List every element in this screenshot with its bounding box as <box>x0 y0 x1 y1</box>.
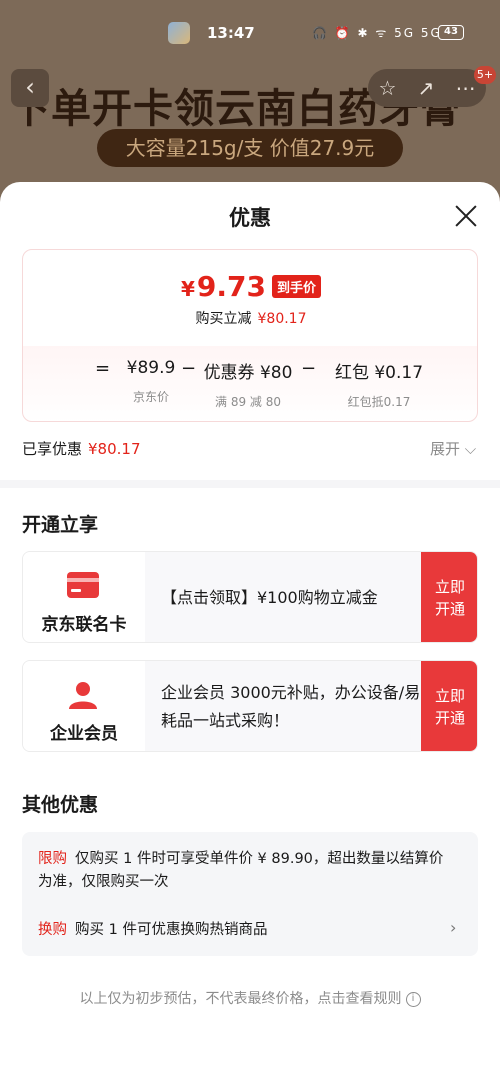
coupon-deduction: 优惠券 ¥80 满 89 减 80 <box>203 363 293 409</box>
person-icon <box>69 682 97 709</box>
purchase-limit-item: 限购 仅购买 1 件时可享受单件价 ¥ 89.90，超出数量以结算价为准，仅限购买… <box>38 851 444 890</box>
sheet-title: 优惠 <box>229 206 271 230</box>
open-section-title: 开通立享 <box>22 514 99 536</box>
offer-card-jd-card[interactable]: 京东联名卡 【点击领取】¥100购物立减金 立即 开通 <box>22 551 478 643</box>
minus-sign-2: − <box>301 358 317 379</box>
chevron-right-icon[interactable]: › <box>450 918 456 937</box>
base-price: ¥89.9 京东价 <box>126 358 176 404</box>
battery-icon: 43 <box>438 25 464 40</box>
system-icons: 🎧 ⏰ ✱ ᯤ 5G 5G <box>312 26 442 40</box>
offer-card-enterprise[interactable]: 企业会员 企业会员 3000元补贴，办公设备/易耗品一站式采购！ 立即 开通 <box>22 660 478 752</box>
final-price: ¥9.73 <box>180 270 266 303</box>
price-calculation: = ¥89.9 京东价 − 优惠券 ¥80 满 89 减 80 − 红包 ¥0.… <box>23 358 479 418</box>
discount-sheet: 优惠 ¥9.73 到手价 购买立减 ¥80.17 = ¥89.9 京东价 − 优惠… <box>0 182 500 1085</box>
cart-badge: 5+ <box>474 66 496 84</box>
footer-note[interactable]: 以上仅为初步预估，不代表最终价格，点击查看规则 i <box>0 988 500 1008</box>
enjoyed-discount: 已享优惠 ¥80.17 <box>22 440 141 458</box>
offer-desc: 企业会员 3000元补贴，办公设备/易耗品一站式采购！ <box>161 683 421 730</box>
open-now-button[interactable]: 立即 开通 <box>421 661 477 751</box>
expand-button[interactable]: 展开 ⌵ <box>430 438 476 459</box>
top-actions: ☆ ↗ ⋯ <box>368 69 486 107</box>
share-icon[interactable]: ↗ <box>418 76 435 100</box>
price-card: ¥9.73 到手价 购买立减 ¥80.17 = ¥89.9 京东价 − 优惠券 ¥… <box>22 249 478 422</box>
offer-name: 京东联名卡 <box>41 615 127 635</box>
exchange-item[interactable]: 换购 购买 1 件可优惠换购热销商品 <box>38 919 448 942</box>
offer-name: 企业会员 <box>50 724 118 744</box>
other-section-title: 其他优惠 <box>22 794 99 816</box>
other-offers-box: 限购 仅购买 1 件时可享受单件价 ¥ 89.90，超出数量以结算价为准，仅限购买… <box>22 832 478 956</box>
open-now-button[interactable]: 立即 开通 <box>421 552 477 642</box>
purchase-limit-tag: 限购 <box>38 851 67 867</box>
minus-sign: − <box>181 358 197 379</box>
status-bar: 13:47 🎧 ⏰ ✱ ᯤ 5G 5G 43 <box>0 18 500 48</box>
status-time: 13:47 <box>207 24 255 42</box>
section-divider <box>0 480 500 488</box>
banner-pill: 大容量215g/支 价值27.9元 <box>97 129 403 167</box>
discount-row: 购买立减 ¥80.17 <box>195 311 307 327</box>
discount-amount: ¥80.17 <box>257 311 307 327</box>
info-icon[interactable]: i <box>405 991 421 1007</box>
exchange-tag: 换购 <box>38 922 67 938</box>
more-icon[interactable]: ⋯ <box>455 76 475 100</box>
back-icon[interactable]: ‹ <box>11 69 49 107</box>
redpack-deduction: 红包 ¥0.17 红包抵0.17 <box>334 363 424 409</box>
offer-desc: 【点击领取】¥100购物立减金 <box>161 588 378 607</box>
final-price-tag: 到手价 <box>272 275 322 298</box>
close-icon[interactable] <box>452 202 480 230</box>
final-price-row: ¥9.73 到手价 <box>23 270 479 303</box>
star-icon[interactable]: ☆ <box>379 76 397 100</box>
credit-card-icon <box>67 572 99 598</box>
equals-sign: = <box>95 358 111 379</box>
app-icon <box>168 22 190 44</box>
